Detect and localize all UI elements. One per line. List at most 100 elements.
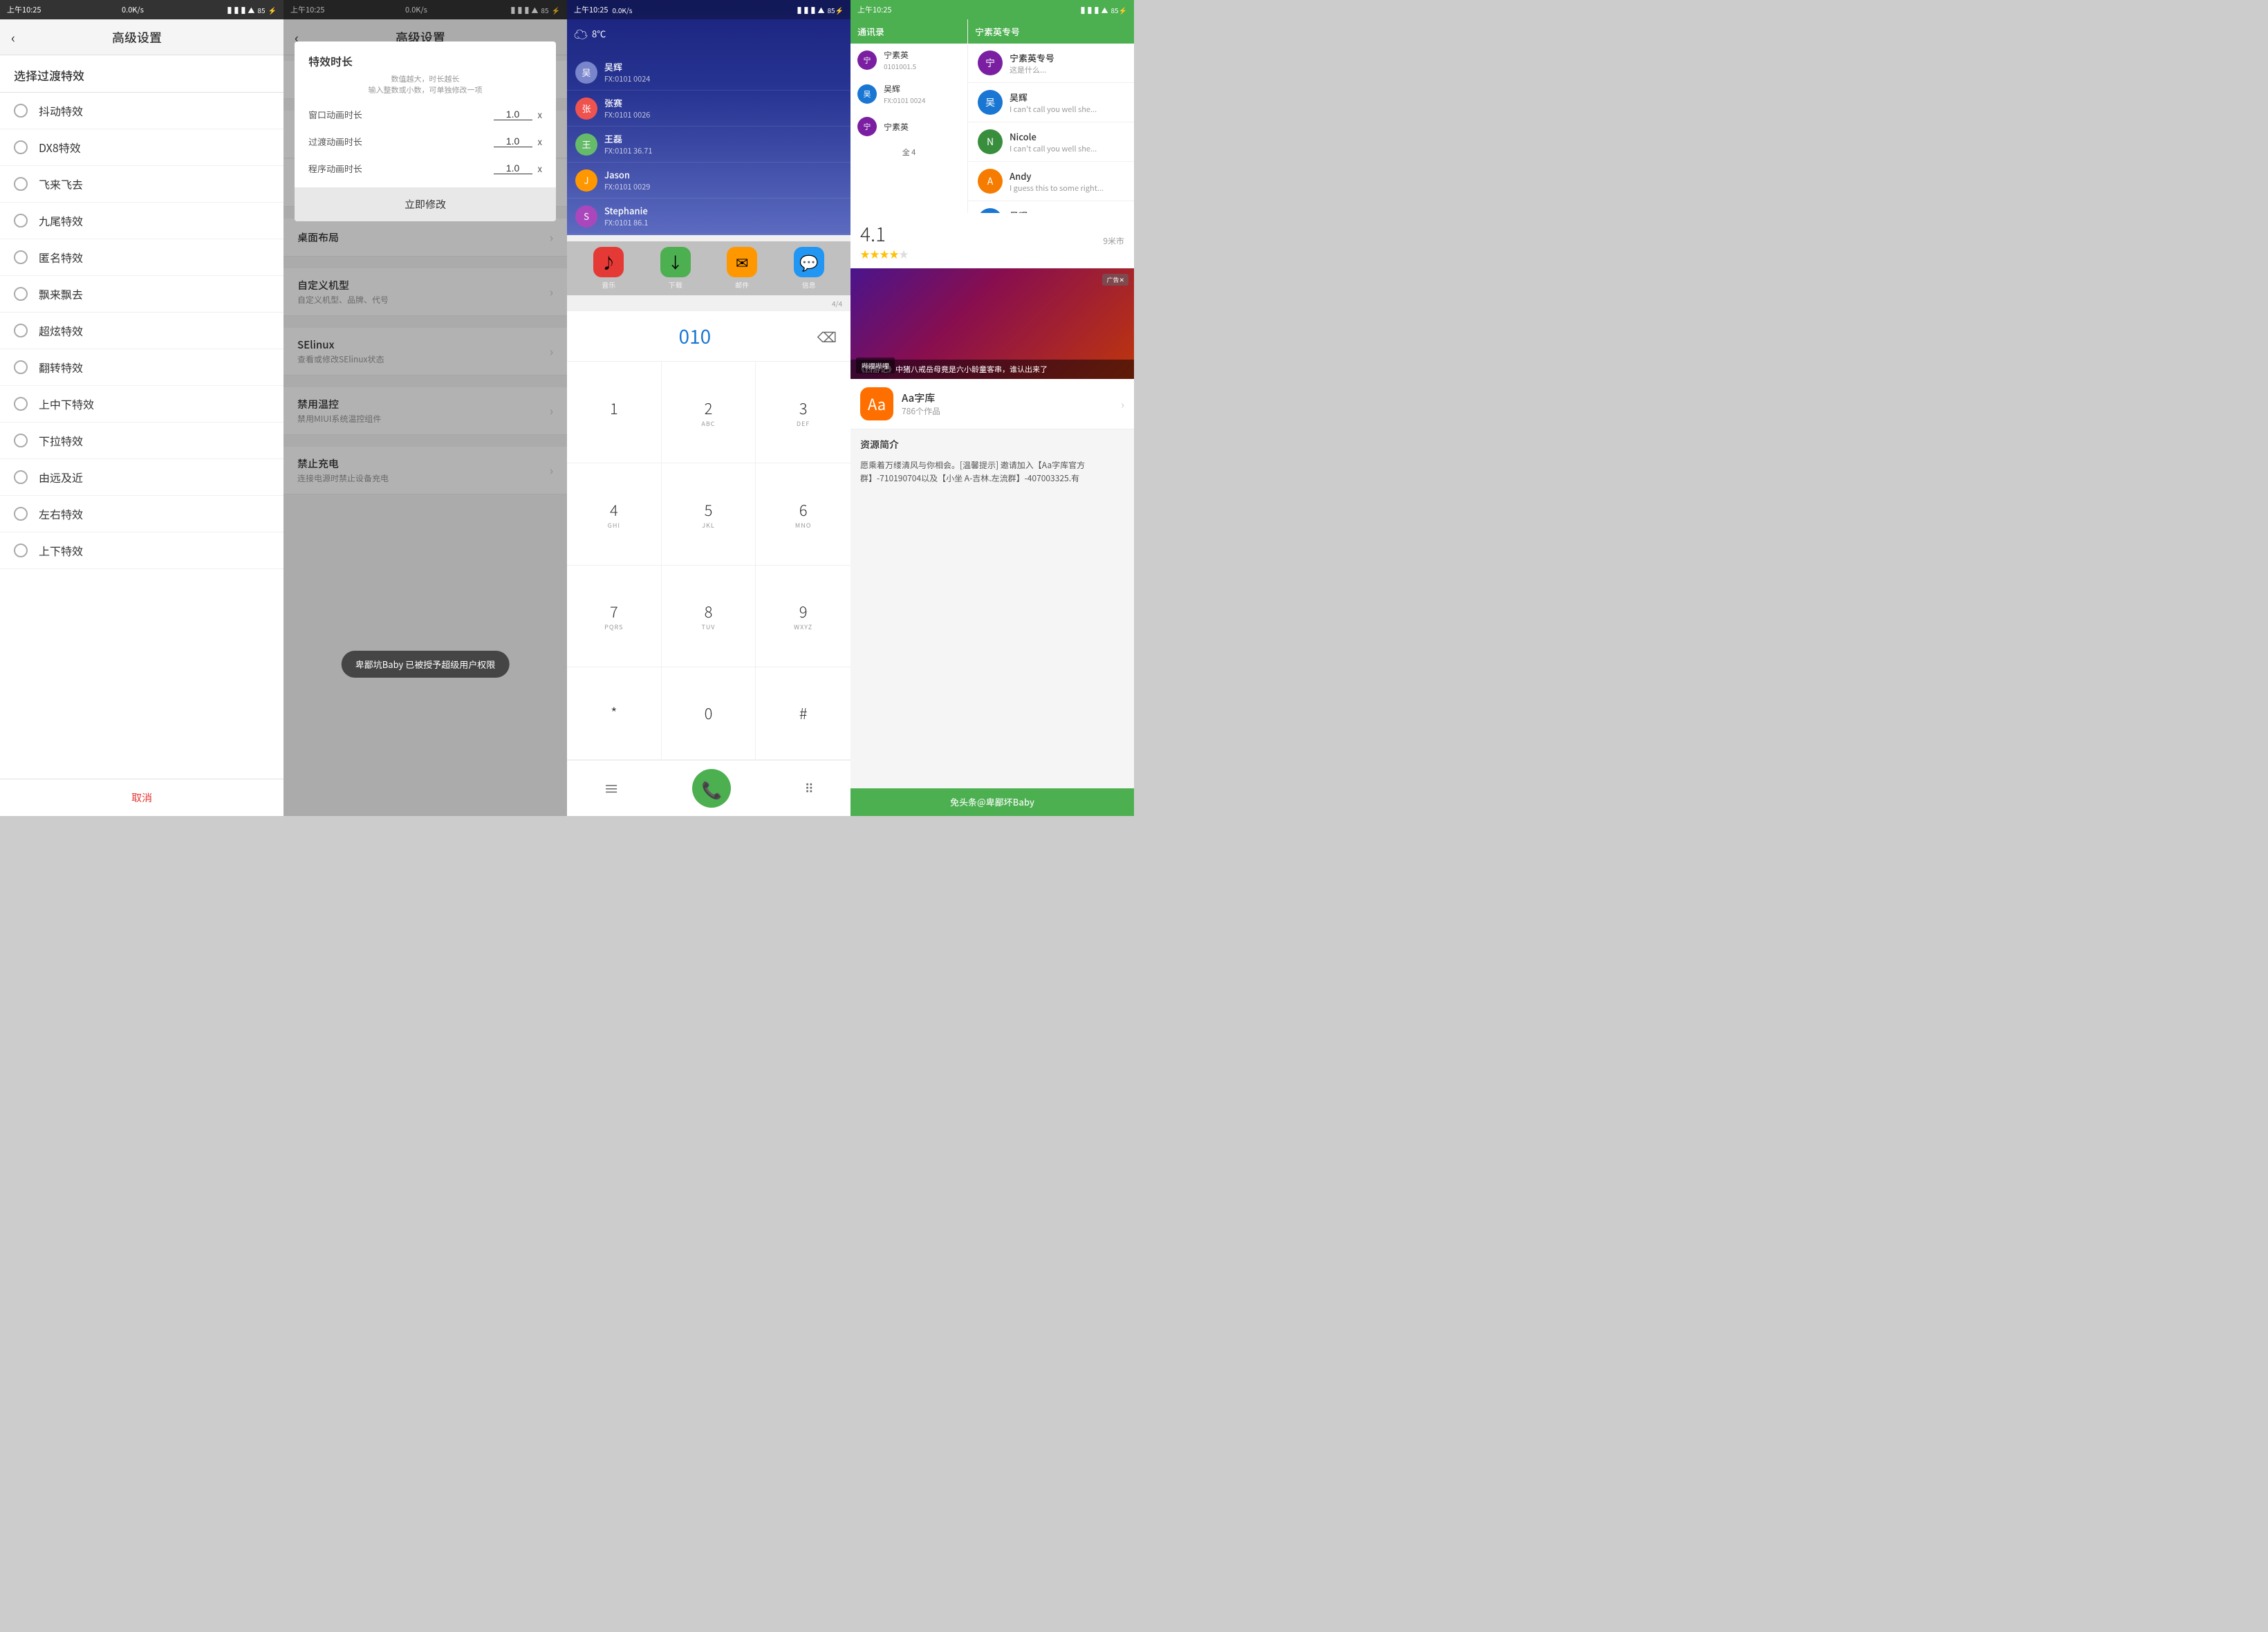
option-farnear[interactable]: 由远及近 bbox=[0, 459, 284, 496]
back-button-1[interactable]: ‹ bbox=[11, 27, 15, 47]
contact-info-jason: Jason FX:0101 0029 bbox=[604, 168, 650, 192]
app-download[interactable]: ↓ 下载 bbox=[660, 247, 691, 290]
dialer-menu-icon[interactable]: ≡ bbox=[604, 777, 619, 799]
avatar-stephanie: S bbox=[575, 205, 597, 228]
info-ningsuyingzh: 宁素英 0101001.5 bbox=[884, 49, 916, 71]
radio-shake bbox=[14, 104, 28, 118]
name-ningsuyingzh: 宁素英 bbox=[884, 49, 916, 61]
radio-ninetail bbox=[14, 214, 28, 228]
toast-message: 卑鄙坑Baby 已被授予超级用户权限 bbox=[342, 651, 510, 678]
transition-animation-input[interactable] bbox=[494, 136, 532, 147]
key-5[interactable]: 5 JKL bbox=[662, 463, 756, 565]
battery-4: 85⚡ bbox=[1110, 5, 1127, 15]
contact-wuhui[interactable]: 吴 吴辉 FX:0101 0024 bbox=[567, 55, 850, 91]
status-icons-3: ▐▐▐ ▲ 85⚡ bbox=[794, 5, 844, 15]
msg-3[interactable]: N Nicole I can't call you well she... bbox=[968, 122, 1134, 162]
featured-image: 广告✕ 哔哩哔哩 《西游记》中猪八戒岳母竟是六小龄童客串，谁认出来了 bbox=[850, 268, 1134, 379]
call-button[interactable]: 📞 bbox=[692, 769, 731, 808]
key-0[interactable]: 0 bbox=[662, 667, 756, 760]
option-label-pulldown: 下拉特效 bbox=[39, 432, 83, 449]
option-fly[interactable]: 飞来飞去 bbox=[0, 166, 284, 203]
dialer-grid-icon[interactable]: ⠿ bbox=[805, 779, 814, 797]
option-leftright[interactable]: 左右特效 bbox=[0, 496, 284, 532]
option-topmidbottom[interactable]: 上中下特效 bbox=[0, 386, 284, 423]
radio-anonymous bbox=[14, 250, 28, 264]
app-mail[interactable]: ✉ 邮件 bbox=[727, 247, 757, 290]
cancel-button[interactable]: 取消 bbox=[0, 779, 284, 816]
name-ningsuying2: 宁素英 bbox=[884, 121, 909, 133]
key-2[interactable]: 2 ABC bbox=[662, 362, 756, 463]
key-3[interactable]: 3 DEF bbox=[756, 362, 850, 463]
radio-dx8 bbox=[14, 140, 28, 154]
app-music[interactable]: ♪ 音乐 bbox=[593, 247, 624, 290]
key-star[interactable]: * bbox=[567, 667, 662, 760]
option-dx8[interactable]: DX8特效 bbox=[0, 129, 284, 166]
music-app-icon: ♪ bbox=[593, 247, 624, 277]
option-pulldown[interactable]: 下拉特效 bbox=[0, 423, 284, 459]
contact-name-stephanie: Stephanie bbox=[604, 204, 648, 217]
panel1-transition-effects: 上午10:25 0.0K/s ▐▐▐ ▲ 85 ⚡ ‹ 高级设置 选择过渡特效 … bbox=[0, 0, 284, 816]
key-9[interactable]: 9 WXYZ bbox=[756, 566, 850, 667]
msg-info-2: 吴辉 I can't call you well she... bbox=[1010, 91, 1124, 115]
app-message[interactable]: 💬 信息 bbox=[794, 247, 824, 290]
key-8[interactable]: 8 TUV bbox=[662, 566, 756, 667]
bottom-bar[interactable]: 免头条@卑鄙坏Baby bbox=[850, 788, 1134, 816]
contact-zhangsai[interactable]: 张 张赛 FX:0101 0026 bbox=[567, 91, 850, 127]
dialog-row-app: 程序动画时长 x bbox=[295, 155, 556, 182]
digit-hash: # bbox=[799, 702, 808, 724]
key-1[interactable]: 1 bbox=[567, 362, 662, 463]
wifi-icon: ▲ bbox=[248, 5, 254, 15]
digit-8: 8 bbox=[705, 600, 713, 622]
contact-ningsuyingzh[interactable]: 宁 宁素英 0101001.5 bbox=[850, 44, 967, 77]
msg-5[interactable]: 吴 吴辉 这是什么，我... bbox=[968, 201, 1134, 213]
option-label-lr: 左右特效 bbox=[39, 506, 83, 522]
msg-4[interactable]: A Andy I guess this to some right... bbox=[968, 162, 1134, 201]
status-icons-4: ▐▐▐ ▲ 85⚡ bbox=[1077, 5, 1127, 15]
contact-wanglei[interactable]: 王 王磊 FX:0101 36.71 bbox=[567, 127, 850, 163]
status-time-4: 上午10:25 bbox=[857, 4, 891, 15]
option-shake[interactable]: 抖动特效 bbox=[0, 93, 284, 129]
download-app-label: 下载 bbox=[669, 279, 682, 290]
contact-number-wanglei: FX:0101 36.71 bbox=[604, 145, 652, 156]
bottom-bar-text: 免头条@卑鄙坏Baby bbox=[950, 795, 1034, 808]
key-6[interactable]: 6 MNO bbox=[756, 463, 850, 565]
msg-avatar-1: 宁 bbox=[978, 50, 1003, 75]
contacts-header: 通讯录 bbox=[850, 19, 967, 44]
panel2-advanced-settings: 上午10:25 0.0K/s ▐▐▐ ▲ 85 ⚡ ‹ 高级设置 开启/关闭/配… bbox=[284, 0, 567, 816]
contact-number-stephanie: FX:0101 86.1 bbox=[604, 217, 648, 228]
option-updown[interactable]: 上下特效 bbox=[0, 532, 284, 569]
key-7[interactable]: 7 PQRS bbox=[567, 566, 662, 667]
contact-ningsuying2[interactable]: 宁 宁素英 bbox=[850, 111, 967, 142]
contact-info-wanglei: 王磊 FX:0101 36.71 bbox=[604, 132, 652, 156]
dialog-x-window: x bbox=[538, 108, 542, 121]
backspace-button[interactable]: ⌫ bbox=[817, 326, 837, 346]
option-super[interactable]: 超炫特效 bbox=[0, 313, 284, 349]
option-anonymous[interactable]: 匿名特效 bbox=[0, 239, 284, 276]
app-animation-input[interactable] bbox=[494, 163, 532, 174]
contact-wuhui2[interactable]: 吴 吴辉 FX:0101 0024 bbox=[850, 77, 967, 111]
app-chevron: › bbox=[1121, 396, 1124, 412]
contact-jason[interactable]: J Jason FX:0101 0029 bbox=[567, 163, 850, 198]
apply-button[interactable]: 立即修改 bbox=[295, 187, 556, 221]
app-meta: Aa字库 786个作品 bbox=[902, 391, 1113, 417]
avatar-wuhui2: 吴 bbox=[857, 84, 877, 104]
weather-bar: ☁ 8℃ bbox=[567, 19, 850, 48]
msg-1[interactable]: 宁 宁素英专号 这是什么... bbox=[968, 44, 1134, 83]
option-ninetail[interactable]: 九尾特效 bbox=[0, 203, 284, 239]
msg-name-4: Andy bbox=[1010, 169, 1124, 183]
digit-1: 1 bbox=[610, 397, 618, 419]
radio-farnear bbox=[14, 470, 28, 484]
option-flip[interactable]: 翻转特效 bbox=[0, 349, 284, 386]
option-float[interactable]: 飘来飘去 bbox=[0, 276, 284, 313]
key-4[interactable]: 4 GHI bbox=[567, 463, 662, 565]
mail-app-icon: ✉ bbox=[727, 247, 757, 277]
contact-stephanie[interactable]: S Stephanie FX:0101 86.1 bbox=[567, 198, 850, 234]
app-rating-row[interactable]: Aa Aa字库 786个作品 › bbox=[850, 379, 1134, 429]
price-label: 9米市 bbox=[1103, 235, 1124, 247]
page-title-1: 高级设置 bbox=[24, 28, 250, 46]
radio-float bbox=[14, 287, 28, 301]
msg-2[interactable]: 吴 吴辉 I can't call you well she... bbox=[968, 83, 1134, 122]
window-animation-input[interactable] bbox=[494, 109, 532, 120]
status-net-3: 0.0K/s bbox=[612, 5, 632, 15]
key-hash[interactable]: # bbox=[756, 667, 850, 760]
